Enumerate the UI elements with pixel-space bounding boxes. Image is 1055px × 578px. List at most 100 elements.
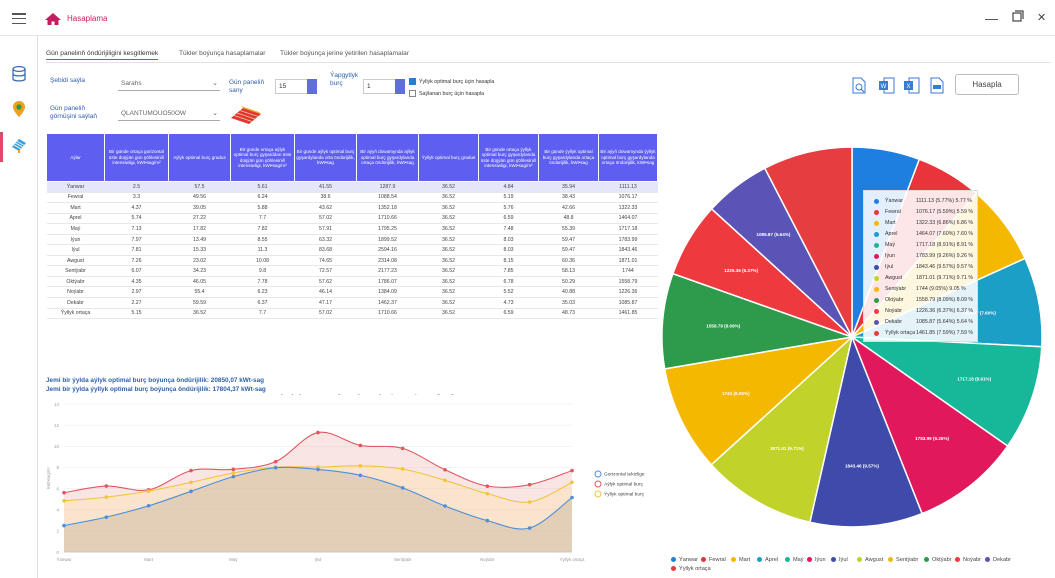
pie-slice-label: 1085.87 (5.64%) <box>756 232 790 237</box>
column-header[interactable]: Bir günde ortaça ýyllyk optimal burç gyş… <box>478 133 539 182</box>
svg-text:W: W <box>881 84 887 90</box>
tooltip-color-dot <box>874 210 879 215</box>
table-row[interactable]: Noýabr 2.97 55.4 6.23 46.14 1384.09 36.52 5.52 4… <box>46 286 658 298</box>
tilt-stepper[interactable]: 1 <box>363 79 405 94</box>
table-row[interactable]: Aprel 5.74 27.22 7.7 57.02 1710.66 36.52 6.59 48… <box>46 213 658 225</box>
column-header[interactable]: Aýlar <box>46 133 105 182</box>
maximize-icon[interactable] <box>1012 10 1024 25</box>
table-cell: 2.5 <box>104 181 169 193</box>
pdf-export-icon[interactable] <box>930 77 944 94</box>
table-cell: 36.52 <box>418 181 479 193</box>
tab-panel-efficiency[interactable]: Gün panelinň öndürijiligini kesgitlemek <box>46 50 159 60</box>
tooltip-value: 1322.33 (6.86%) 6.86 % <box>916 220 974 226</box>
close-icon[interactable]: ✕ <box>1037 11 1046 24</box>
legend-item[interactable]: Ýanwar <box>671 557 698 563</box>
legend-label: Ýyllyk optimal burç <box>604 491 645 498</box>
stepper-button[interactable] <box>307 79 317 94</box>
column-header[interactable]: Bir günde ortaça gorizontal üste düşýän … <box>104 133 169 182</box>
panel-type-select[interactable]: QLANTUMOUO50OW ⌄ <box>118 106 220 121</box>
table-cell: 39.05 <box>168 202 231 214</box>
legend-item[interactable]: Sentýabr <box>888 557 918 563</box>
data-point <box>443 467 447 472</box>
data-point <box>62 523 66 528</box>
column-header[interactable]: Bir aýyň dowamynda ýyllyk optimal burç g… <box>598 133 658 182</box>
column-header[interactable]: Ýyllyk optimal burç gradus <box>418 133 479 182</box>
data-point <box>358 443 363 448</box>
legend-item[interactable]: Ýyllyk ortaça <box>671 566 711 572</box>
table-cell: 2594.16 <box>356 244 419 256</box>
legend-item[interactable]: Fewral <box>701 557 726 563</box>
column-header[interactable]: Aýlyk optimal burç gradus <box>168 133 231 182</box>
table-row[interactable]: Maý 7.13 17.82 7.82 57.91 1795.25 36.52 7.48 55.… <box>46 223 658 235</box>
legend-item[interactable]: Aprel <box>757 557 778 563</box>
yearly-angle-checkbox[interactable]: Ýyllyk optimal burç üçin hasapla <box>409 78 494 85</box>
word-export-icon[interactable]: W <box>878 77 895 94</box>
print-preview-icon[interactable] <box>852 77 866 94</box>
table-cell: 1795.25 <box>356 223 419 235</box>
app-window: Hasaplama — ✕ Gün panelinň öndürijiligin… <box>0 0 1055 578</box>
legend-dot <box>807 557 812 563</box>
selected-angle-checkbox[interactable]: Saýlanan burç üçin hasapla <box>409 90 484 97</box>
tab-angle-calculations[interactable]: Tükler boýunça hasaplamalar <box>179 50 266 57</box>
legend-item[interactable]: Noýabr <box>955 557 981 563</box>
legend-item[interactable]: Maý <box>785 557 804 563</box>
table-cell: 7.7 <box>230 308 295 320</box>
tab-completed-calculations[interactable]: Tükler boýunça jerine ýetirilen hasaplam… <box>280 50 409 57</box>
legend-item[interactable]: Oktýabr <box>924 557 952 563</box>
table-cell: 1464.07 <box>598 213 658 225</box>
table-cell: 8.03 <box>478 234 539 246</box>
table-row[interactable]: Mart 4.37 39.05 5.88 43.62 1352.18 36.52 5.76 42… <box>46 202 658 214</box>
minimize-icon[interactable]: — <box>985 11 998 26</box>
table-row[interactable]: Ýyllyk ortaça 5.15 36.52 7.7 57.02 1710.66 36.… <box>46 308 658 320</box>
y-tick-label: 0 <box>57 550 60 555</box>
column-header[interactable]: Bir aýyň dowamynda aýlyk optimal burç gy… <box>356 133 419 182</box>
stepper-button[interactable] <box>395 79 405 94</box>
pie-slice-label: 1843.46 (9.57%) <box>845 463 879 468</box>
excel-export-icon[interactable]: X <box>903 77 920 94</box>
y-tick-label: 4 <box>57 508 60 513</box>
menu-icon[interactable] <box>12 13 26 25</box>
table-row[interactable]: Dekabr 2.27 59.59 6.37 47.17 1462.37 36.52 4.73… <box>46 297 658 309</box>
calculate-button[interactable]: Hasapla <box>955 74 1019 95</box>
table-row[interactable]: Iýun 7.97 13.49 8.55 63.32 1899.52 36.52 8.03 59… <box>46 234 658 246</box>
legend-item[interactable]: Mart <box>731 557 750 563</box>
legend-label: Noýabr <box>963 557 982 563</box>
legend-label: Dekabr <box>993 557 1012 563</box>
table-cell: 5.61 <box>230 181 295 193</box>
table-row[interactable]: Ýanwar 2.5 57.5 5.61 41.55 1287.9 36.52 4.84 35.… <box>46 181 658 193</box>
tooltip-value: 1085.87 (5.64%) 5.64 % <box>916 319 974 325</box>
tooltip-row: Aprel 1464.07 (7.60%) 7.60 % <box>864 230 979 239</box>
home-icon[interactable] <box>44 12 62 26</box>
solar-panel-icon[interactable] <box>8 136 30 158</box>
tooltip-row: Dekabr 1085.87 (5.64%) 5.64 % <box>864 318 979 327</box>
database-icon[interactable] <box>8 65 30 88</box>
panel-count-stepper[interactable]: 15 <box>275 79 317 94</box>
legend-item[interactable]: Dekabr <box>985 557 1011 563</box>
chevron-down-icon: ⌄ <box>212 80 218 87</box>
table-cell: 58.13 <box>538 265 599 277</box>
tooltip-color-dot <box>874 265 879 270</box>
table-cell: 5.74 <box>104 213 169 225</box>
tooltip-name: Dekabr <box>885 319 903 325</box>
checkbox-unchecked[interactable] <box>409 90 416 97</box>
column-header[interactable]: Bir günde ortaça aýlyk optimal burç gyşa… <box>230 133 295 182</box>
table-row[interactable]: Awgust 7.26 23.02 10.08 74.65 2314.08 36.52 8.1… <box>46 255 658 267</box>
table-row[interactable]: Sentýabr 6.07 34.23 9.8 72.57 2177.23 36.52 7.8… <box>46 265 658 277</box>
legend-item[interactable]: Awgust <box>857 557 883 563</box>
table-cell: 5.52 <box>478 286 539 298</box>
tooltip-color-dot <box>874 232 879 237</box>
tooltip-row: Ýanwar 1111.13 (5.77%) 5.77 % <box>864 197 979 206</box>
city-select[interactable]: Sarahs ⌄ <box>118 76 220 91</box>
table-row[interactable]: Oktýabr 4.35 46.05 7.78 57.62 1786.07 36.52 6.7… <box>46 276 658 288</box>
checkbox-checked[interactable] <box>409 78 416 85</box>
table-cell: 57.02 <box>294 213 357 225</box>
legend-item[interactable]: Iýun <box>807 557 826 563</box>
data-point <box>273 459 278 464</box>
table-cell: 7.97 <box>104 234 169 246</box>
column-header[interactable]: Bir günde ýyllyk optimal burç gyşardylan… <box>538 133 599 182</box>
table-row[interactable]: Iýul 7.81 15.33 11.3 83.68 2594.16 36.52 8.03 59… <box>46 244 658 256</box>
table-row[interactable]: Fewral 3.3 49.56 6.24 38.6 1088.54 36.52 5.19 38… <box>46 192 658 204</box>
legend-item[interactable]: Iýul <box>831 557 848 563</box>
column-header[interactable]: Bir günde aýlyk optimal burç gyşardyland… <box>294 133 357 182</box>
map-pin-icon[interactable] <box>8 100 30 122</box>
